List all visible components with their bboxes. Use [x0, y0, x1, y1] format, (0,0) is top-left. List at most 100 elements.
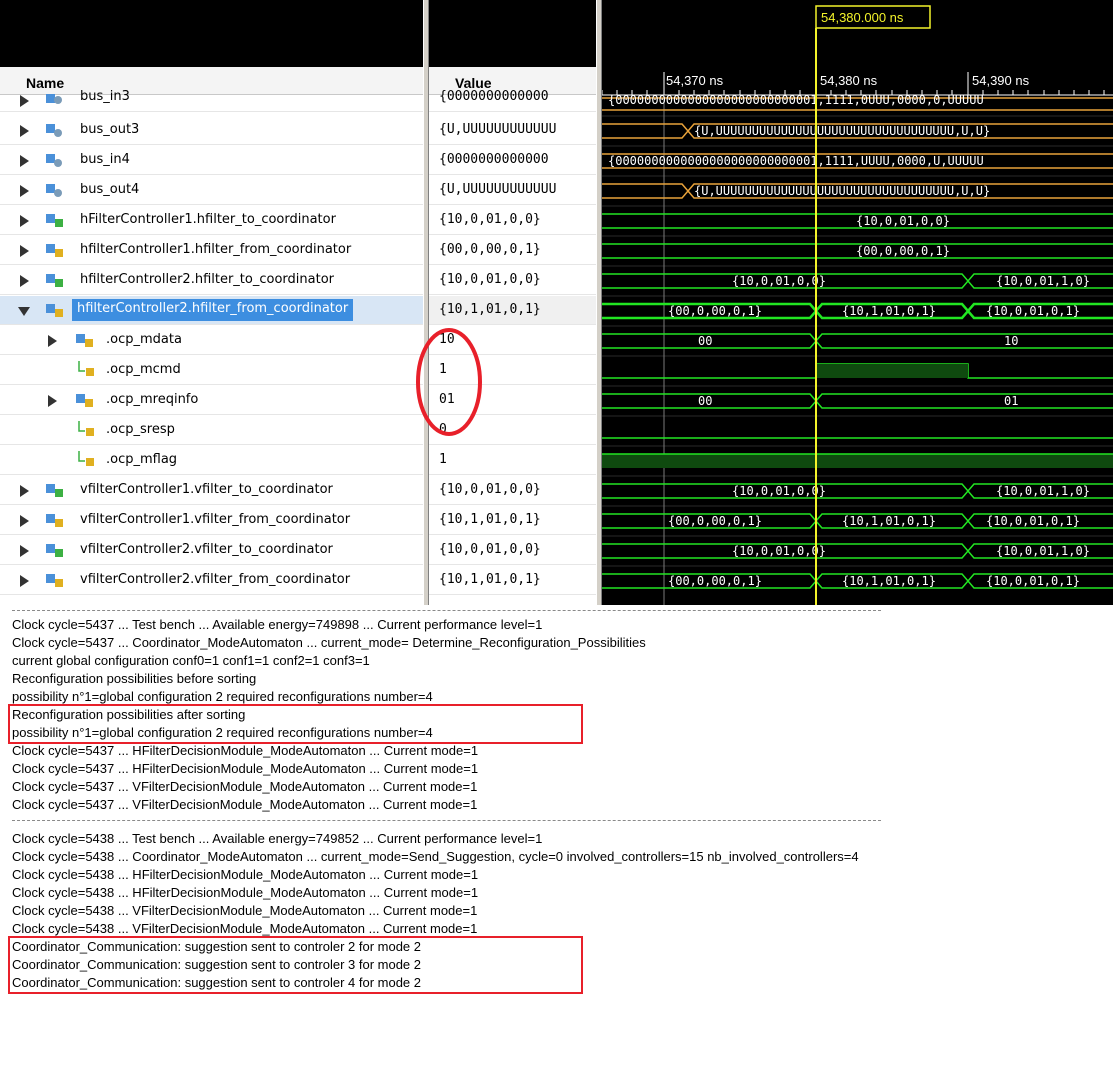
value-row: {10,1,01,0,1}: [429, 566, 596, 595]
signal-row-ocp-mcmd[interactable]: .ocp_mcmd: [0, 356, 423, 385]
signal-row-hfilter1-to[interactable]: hFilterController1.hfilter_to_coordinato…: [0, 206, 423, 235]
wave-value: {0000000000000000000000000001,1111,UUUU,…: [608, 154, 984, 168]
expand-arrow-icon[interactable]: [20, 95, 29, 107]
log-line: Clock cycle=5437 ... Coordinator_ModeAut…: [12, 635, 646, 650]
signal-value: {10,0,01,0,0}: [439, 482, 541, 497]
highlight-box-sorting: [8, 704, 583, 744]
ruler-label: 54,370 ns: [666, 73, 724, 88]
input-bus-icon: [76, 334, 93, 347]
bus-signal-icon: [46, 124, 62, 137]
waveform-canvas[interactable]: 54,370 ns 54,380 ns 54,390 ns {000000000…: [602, 0, 1113, 605]
log-line: Clock cycle=5438 ... HFilterDecisionModu…: [12, 885, 479, 900]
input-record-icon: [46, 574, 63, 587]
ruler-label: 54,390 ns: [972, 73, 1030, 88]
value-row: {00,0,00,0,1}: [429, 236, 596, 265]
signal-row-hfilter2-to[interactable]: hfilterController2.hfilter_to_coordinato…: [0, 266, 423, 295]
input-bus-icon: [76, 394, 93, 407]
value-row: 1: [429, 446, 596, 475]
wave-value: {U,UUUUUUUUUUUUUUUUUUUUUUUUUUUUUUUUU,U,U…: [694, 124, 990, 138]
signal-row-bus-out3[interactable]: bus_out3: [0, 116, 423, 145]
value-row: {0000000000000: [429, 89, 596, 112]
signal-row-vfilter1-to[interactable]: vfilterController1.vfilter_to_coordinato…: [0, 476, 423, 505]
input-record-icon: [46, 514, 63, 527]
wave-value: {10,1,01,0,1}: [842, 304, 936, 318]
value-row: {10,0,01,0,0}: [429, 536, 596, 565]
signal-name: .ocp_sresp: [106, 422, 175, 437]
wave-value: {10,0,01,1,0}: [996, 544, 1090, 558]
collapse-arrow-icon[interactable]: [18, 307, 30, 316]
wave-value: {U,UUUUUUUUUUUUUUUUUUUUUUUUUUUUUUUUU,U,U…: [694, 184, 990, 198]
expand-arrow-icon[interactable]: [20, 155, 29, 167]
log-line: Clock cycle=5437 ... VFilterDecisionModu…: [12, 779, 478, 794]
expand-arrow-icon[interactable]: [20, 215, 29, 227]
signal-value: {U,UUUUUUUUUUUU: [439, 122, 557, 137]
expand-arrow-icon[interactable]: [20, 125, 29, 137]
log-line: Clock cycle=5438 ... Test bench ... Avai…: [12, 831, 543, 846]
signal-name: vfilterController1.vfilter_to_coordinato…: [80, 482, 333, 497]
expand-arrow-icon[interactable]: [48, 395, 57, 407]
wave-value: 00: [698, 334, 712, 348]
signal-value: {10,0,01,0,0}: [439, 212, 541, 227]
log-line: Clock cycle=5438 ... Coordinator_ModeAut…: [12, 849, 859, 864]
wave-value: {00,0,00,0,1}: [856, 244, 950, 258]
wave-hfilter2-from: {00,0,00,0,1} {10,1,01,0,1} {10,0,01,0,1…: [602, 302, 1113, 320]
signal-name: hFilterController1.hfilter_to_coordinato…: [80, 212, 336, 227]
wave-value: {0000000000000000000000000001,1111,0UUU,…: [608, 93, 984, 107]
output-record-icon: [46, 214, 63, 227]
signal-row-bus-in3[interactable]: bus_in3: [0, 89, 423, 112]
wave-vfilter2-to: {10,0,01,0,0} {10,0,01,1,0}: [602, 543, 1113, 559]
signal-row-ocp-mdata[interactable]: .ocp_mdata: [0, 326, 423, 355]
input-bit-icon: [78, 451, 94, 466]
value-row: {U,UUUUUUUUUUUU: [429, 116, 596, 145]
expand-arrow-icon[interactable]: [20, 545, 29, 557]
value-row: {0000000000000: [429, 146, 596, 175]
signal-value: {U,UUUUUUUUUUUU: [439, 182, 557, 197]
signal-name: vfilterController1.vfilter_from_coordina…: [80, 512, 351, 527]
signal-row-ocp-mreqinfo[interactable]: .ocp_mreqinfo: [0, 386, 423, 415]
signal-row-hfilter2-from-selected[interactable]: hfilterController2.hfilter_from_coordina…: [0, 296, 423, 325]
signal-value: 1: [439, 452, 447, 467]
wave-value: {10,0,01,0,0}: [732, 484, 826, 498]
expand-arrow-icon[interactable]: [20, 245, 29, 257]
wave-ocp-mreqinfo: 00 01: [602, 393, 1113, 409]
bus-signal-icon: [46, 154, 62, 167]
signal-row-vfilter1-from[interactable]: vfilterController1.vfilter_from_coordina…: [0, 506, 423, 535]
signal-value: {0000000000000: [439, 89, 549, 104]
expand-arrow-icon[interactable]: [20, 485, 29, 497]
wave-bus-out3: {U,UUUUUUUUUUUUUUUUUUUUUUUUUUUUUUUUU,U,U…: [602, 123, 1113, 139]
ruler-label: 54,380 ns: [820, 73, 878, 88]
log-line: possibility n°1=global configuration 2 r…: [12, 689, 433, 704]
wave-ocp-mflag: [602, 453, 1113, 468]
value-header-spacer: [429, 0, 596, 67]
expand-arrow-icon[interactable]: [20, 515, 29, 527]
expand-arrow-icon[interactable]: [48, 335, 57, 347]
log-line: Clock cycle=5437 ... HFilterDecisionModu…: [12, 761, 479, 776]
input-record-icon: [46, 244, 63, 257]
expand-arrow-icon[interactable]: [20, 185, 29, 197]
wave-value: {10,0,01,1,0}: [996, 484, 1090, 498]
signal-row-vfilter2-from[interactable]: vfilterController2.vfilter_from_coordina…: [0, 566, 423, 595]
output-record-icon: [46, 484, 63, 497]
signal-name: .ocp_mreqinfo: [106, 392, 199, 407]
waveform-pane[interactable]: 54,370 ns 54,380 ns 54,390 ns {000000000…: [602, 0, 1113, 605]
signal-row-ocp-sresp[interactable]: .ocp_sresp: [0, 416, 423, 445]
wave-hfilter1-to: {10,0,01,0,0}: [602, 213, 1113, 229]
signal-name: bus_in3: [80, 89, 130, 104]
signal-row-bus-out4[interactable]: bus_out4: [0, 176, 423, 205]
signal-row-hfilter1-from[interactable]: hfilterController1.hfilter_from_coordina…: [0, 236, 423, 265]
expand-arrow-icon[interactable]: [20, 275, 29, 287]
signal-name: bus_in4: [80, 152, 130, 167]
signal-row-vfilter2-to[interactable]: vfilterController2.vfilter_to_coordinato…: [0, 536, 423, 565]
signal-name: hfilterController1.hfilter_from_coordina…: [80, 242, 352, 257]
value-row: {10,0,01,0,0}: [429, 476, 596, 505]
signal-row-bus-in4[interactable]: bus_in4: [0, 146, 423, 175]
input-record-icon: [46, 304, 63, 317]
wave-value: {10,1,01,0,1}: [842, 514, 936, 528]
signal-value: {0000000000000: [439, 152, 549, 167]
signal-name: hfilterController2.hfilter_to_coordinato…: [80, 272, 334, 287]
signal-value: {10,1,01,0,1}: [439, 572, 541, 587]
name-column-header[interactable]: Name: [0, 67, 423, 95]
signal-row-ocp-mflag[interactable]: .ocp_mflag: [0, 446, 423, 475]
expand-arrow-icon[interactable]: [20, 575, 29, 587]
log-line: Clock cycle=5437 ... Test bench ... Avai…: [12, 617, 543, 632]
